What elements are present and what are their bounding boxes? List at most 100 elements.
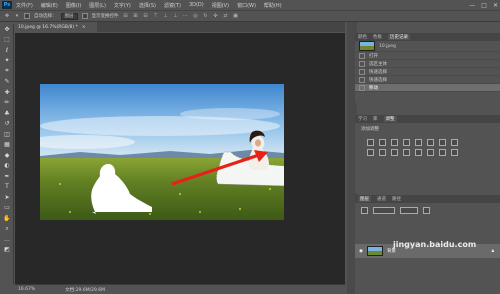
3d-mode-icon[interactable]: ◎: [193, 13, 199, 19]
3d-slide-icon[interactable]: ⇄: [223, 13, 229, 19]
menu-type[interactable]: 文字(Y): [114, 2, 131, 9]
align-top-icon[interactable]: ⊤: [153, 13, 159, 19]
3d-pan-icon[interactable]: ✣: [213, 13, 219, 19]
auto-select-checkbox[interactable]: [24, 13, 30, 19]
posterize-icon[interactable]: [415, 149, 422, 156]
menu-image[interactable]: 图像(I): [66, 2, 81, 9]
tab-libraries[interactable]: 库: [373, 116, 378, 122]
align-center-icon[interactable]: ⊞: [133, 13, 139, 19]
chevron-down-icon[interactable]: ▾: [14, 13, 20, 19]
show-transform-checkbox[interactable]: [81, 13, 88, 19]
distribute-icon[interactable]: ⋯: [183, 13, 189, 19]
black-white-icon[interactable]: [451, 139, 458, 146]
3d-rotate-icon[interactable]: ↻: [203, 13, 209, 19]
history-snapshot[interactable]: 10.jpeg: [355, 41, 500, 52]
menu-layer[interactable]: 图层(L): [89, 2, 106, 9]
dodge-icon[interactable]: ◐: [0, 161, 14, 172]
stamp-icon[interactable]: ♣: [0, 108, 14, 119]
eyedropper-icon[interactable]: ✎: [0, 77, 14, 88]
eye-icon[interactable]: ◉: [359, 249, 363, 254]
levels-icon[interactable]: [379, 139, 386, 146]
document-info: 文档:29.6M/29.6M: [65, 287, 106, 293]
maximize-icon[interactable]: □: [481, 2, 487, 9]
history-item[interactable]: 选区主体: [355, 60, 500, 68]
history-brush-icon[interactable]: ↺: [0, 119, 14, 130]
vibrance-icon[interactable]: [415, 139, 422, 146]
invert-icon[interactable]: [403, 149, 410, 156]
menu-window[interactable]: 窗口(W): [237, 2, 256, 9]
hue-saturation-icon[interactable]: [427, 139, 434, 146]
auto-select-dropdown[interactable]: 图层: [60, 12, 78, 20]
selective-color-icon[interactable]: [451, 149, 458, 156]
tab-learn[interactable]: 学习: [358, 116, 367, 122]
brightness-icon[interactable]: [367, 139, 374, 146]
adjustments-panel: 学习 库 调整 添加调整: [355, 115, 500, 193]
move-icon[interactable]: ✥: [0, 24, 14, 35]
color-lookup-icon[interactable]: [391, 149, 398, 156]
channel-mixer-icon[interactable]: [379, 149, 386, 156]
path-select-icon[interactable]: ➤: [0, 192, 14, 203]
history-item[interactable]: 快速选择: [355, 76, 500, 84]
pen-icon[interactable]: ✒: [0, 171, 14, 182]
canvas-area[interactable]: [15, 33, 345, 284]
history-item-label: 打开: [369, 53, 378, 59]
adjustments-panel-tabs: 学习 库 调整: [355, 115, 500, 123]
opacity-field[interactable]: [400, 207, 418, 214]
history-item-selected[interactable]: 移动: [355, 84, 500, 92]
move-icon[interactable]: ✥: [4, 13, 10, 19]
menu-file[interactable]: 文件(F): [16, 2, 33, 9]
photo-filter-icon[interactable]: [367, 149, 374, 156]
close-tab-icon[interactable]: ×: [82, 25, 86, 30]
menu-view[interactable]: 视图(V): [212, 2, 229, 9]
curves-icon[interactable]: [391, 139, 398, 146]
menu-3d[interactable]: 3D(D): [189, 2, 204, 8]
tab-layers[interactable]: 图层: [358, 196, 371, 202]
tab-history[interactable]: 历史记录: [388, 34, 410, 40]
healing-icon[interactable]: ✚: [0, 87, 14, 98]
tab-channels[interactable]: 通道: [377, 196, 386, 202]
tab-paths[interactable]: 路径: [392, 196, 401, 202]
zoom-icon[interactable]: ⌕: [0, 224, 14, 235]
document-image[interactable]: [40, 84, 284, 220]
shape-icon[interactable]: ▭: [0, 203, 14, 214]
eraser-icon[interactable]: ◫: [0, 129, 14, 140]
magic-wand-icon[interactable]: ✦: [0, 56, 14, 67]
color-balance-icon[interactable]: [439, 139, 446, 146]
exposure-icon[interactable]: [403, 139, 410, 146]
zoom-level[interactable]: 16.67%: [18, 287, 35, 292]
brush-icon[interactable]: ✏: [0, 98, 14, 109]
history-item[interactable]: 快速选择: [355, 68, 500, 76]
type-icon[interactable]: T: [0, 182, 14, 193]
tab-adjustments[interactable]: 调整: [383, 116, 397, 122]
3d-scale-icon[interactable]: ▣: [233, 13, 239, 19]
lasso-icon[interactable]: ℓ: [0, 45, 14, 56]
tab-swatches[interactable]: 色板: [373, 34, 382, 40]
layer-filter-icon[interactable]: [361, 207, 368, 214]
more-icon[interactable]: …: [0, 234, 14, 245]
align-middle-icon[interactable]: ⊥: [163, 13, 169, 19]
threshold-icon[interactable]: [427, 149, 434, 156]
blur-icon[interactable]: ◆: [0, 150, 14, 161]
lock-icon[interactable]: [423, 207, 430, 214]
hand-icon[interactable]: ✋: [0, 213, 14, 224]
menu-edit[interactable]: 编辑(E): [41, 2, 58, 9]
history-item[interactable]: 打开: [355, 52, 500, 60]
blend-mode-dropdown[interactable]: [373, 207, 395, 214]
document-tabs: 10.jpeg @ 16.7%(RGB/8) * ×: [15, 22, 345, 32]
photoshop-logo: Ps: [2, 1, 12, 9]
document-tab[interactable]: 10.jpeg @ 16.7%(RGB/8) * ×: [15, 22, 97, 32]
align-bottom-icon[interactable]: ⊥: [173, 13, 179, 19]
crop-icon[interactable]: ⌗: [0, 66, 14, 77]
menu-help[interactable]: 帮助(H): [264, 2, 282, 9]
tab-color[interactable]: 颜色: [358, 34, 367, 40]
align-left-icon[interactable]: ⊟: [123, 13, 129, 19]
menu-select[interactable]: 选择(S): [139, 2, 156, 9]
colors-icon[interactable]: ◩: [0, 245, 14, 256]
close-icon[interactable]: ✕: [493, 2, 498, 9]
menu-filter[interactable]: 滤镜(T): [164, 2, 181, 9]
marquee-icon[interactable]: ⬚: [0, 35, 14, 46]
gradient-icon[interactable]: ▦: [0, 140, 14, 151]
align-right-icon[interactable]: ⊟: [143, 13, 149, 19]
minimize-icon[interactable]: —: [469, 2, 475, 9]
gradient-map-icon[interactable]: [439, 149, 446, 156]
